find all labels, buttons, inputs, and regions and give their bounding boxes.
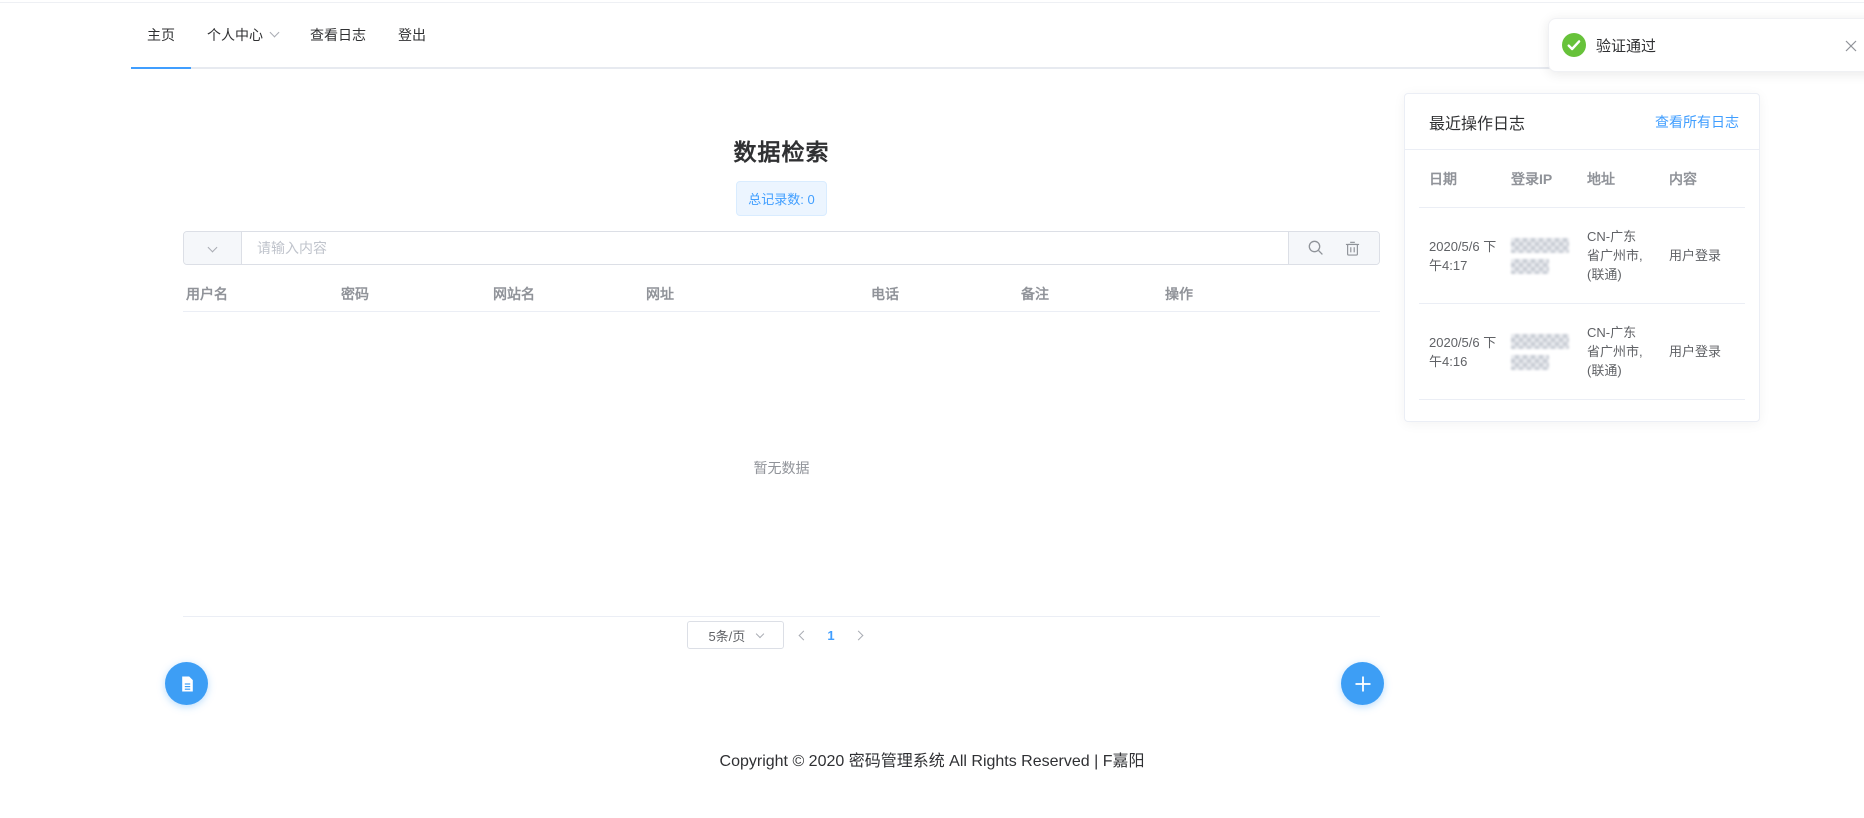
tab-view-logs[interactable]: 查看日志 [294, 0, 382, 69]
column-header-actions: 操作 [1162, 277, 1380, 311]
view-all-logs-link[interactable]: 查看所有日志 [1655, 112, 1739, 132]
log-column-date: 日期 [1419, 169, 1501, 189]
search-field-select[interactable] [184, 232, 242, 264]
tab-home[interactable]: 主页 [131, 0, 191, 69]
trash-icon[interactable] [1344, 240, 1361, 257]
empty-state-text: 暂无数据 [183, 458, 1380, 478]
badge-row: 总记录数: 0 [183, 181, 1380, 216]
pagination: 5条/页 1 [183, 621, 1380, 649]
search-input[interactable] [242, 232, 1288, 264]
log-content: 用户登录 [1659, 246, 1745, 265]
log-column-address: 地址 [1577, 169, 1659, 189]
prev-page-button[interactable] [794, 628, 811, 643]
chevron-down-icon [208, 242, 218, 252]
redacted-ip-mosaic [1511, 259, 1549, 274]
success-notification: 验证通过 [1548, 18, 1864, 72]
log-ip-redacted [1501, 238, 1577, 274]
log-date: 2020/5/6 下午4:17 [1419, 237, 1501, 275]
search-actions [1288, 232, 1379, 264]
log-address: CN-广东省广州市, (联通) [1577, 323, 1659, 380]
log-column-ip: 登录IP [1501, 169, 1577, 189]
chevron-down-icon [756, 629, 764, 637]
column-header-note: 备注 [1018, 277, 1162, 311]
tab-personal-center[interactable]: 个人中心 [191, 0, 294, 69]
password-manager-app: 主页 个人中心 查看日志 登出 验证通过 数据检索 [0, 0, 1864, 818]
plus-icon [1354, 675, 1372, 693]
copyright-footer: Copyright © 2020 密码管理系统 All Rights Reser… [0, 747, 1864, 771]
tab-logout[interactable]: 登出 [382, 0, 442, 69]
log-content: 用户登录 [1659, 342, 1745, 361]
log-date: 2020/5/6 下午4:16 [1419, 333, 1501, 371]
search-icon[interactable] [1307, 239, 1325, 257]
log-panel-title: 最近操作日志 [1429, 110, 1525, 134]
page-size-label: 5条/页 [708, 626, 745, 645]
redacted-ip-mosaic [1511, 238, 1569, 253]
page-number[interactable]: 1 [827, 628, 834, 643]
notification-message: 验证通过 [1596, 35, 1656, 56]
page-title: 数据检索 [183, 133, 1380, 167]
column-header-password: 密码 [338, 277, 490, 311]
add-record-fab[interactable] [1341, 662, 1384, 705]
column-header-phone: 电话 [868, 277, 1018, 311]
recent-logs-panel: 最近操作日志 查看所有日志 日期 登录IP 地址 内容 2020/5/6 下午4… [1404, 93, 1760, 422]
column-header-sitename: 网站名 [490, 277, 643, 311]
chevron-down-icon [270, 28, 280, 38]
tab-logout-label: 登出 [398, 25, 426, 45]
redacted-ip-mosaic [1511, 355, 1549, 370]
log-row: 2020/5/6 下午4:17 CN-广东省广州市, (联通) 用户登录 [1419, 208, 1745, 304]
tab-view-logs-label: 查看日志 [310, 25, 366, 45]
search-bar [183, 231, 1380, 265]
redacted-ip-mosaic [1511, 334, 1569, 349]
log-column-content: 内容 [1659, 169, 1745, 189]
log-ip-redacted [1501, 334, 1577, 370]
page-size-select[interactable]: 5条/页 [687, 621, 784, 649]
column-header-url: 网址 [643, 277, 868, 311]
record-count-badge: 总记录数: 0 [736, 181, 826, 216]
success-check-icon [1562, 33, 1586, 57]
next-page-button[interactable] [851, 628, 866, 643]
tab-personal-center-label: 个人中心 [207, 25, 263, 45]
log-address: CN-广东省广州市, (联通) [1577, 227, 1659, 284]
column-header-username: 用户名 [183, 277, 338, 311]
document-icon [177, 674, 197, 694]
log-table-header: 日期 登录IP 地址 内容 [1419, 150, 1745, 208]
log-row: 2020/5/6 下午4:16 CN-广东省广州市, (联通) 用户登录 [1419, 304, 1745, 400]
export-document-fab[interactable] [165, 662, 208, 705]
log-table: 日期 登录IP 地址 内容 2020/5/6 下午4:17 CN-广东省广州市,… [1405, 150, 1759, 400]
close-icon[interactable] [1843, 38, 1859, 54]
data-table-header: 用户名 密码 网站名 网址 电话 备注 操作 [183, 277, 1380, 312]
active-tab-indicator [131, 67, 191, 69]
tab-home-label: 主页 [147, 25, 175, 45]
log-panel-header: 最近操作日志 查看所有日志 [1405, 94, 1759, 150]
table-bottom-border [183, 616, 1380, 617]
